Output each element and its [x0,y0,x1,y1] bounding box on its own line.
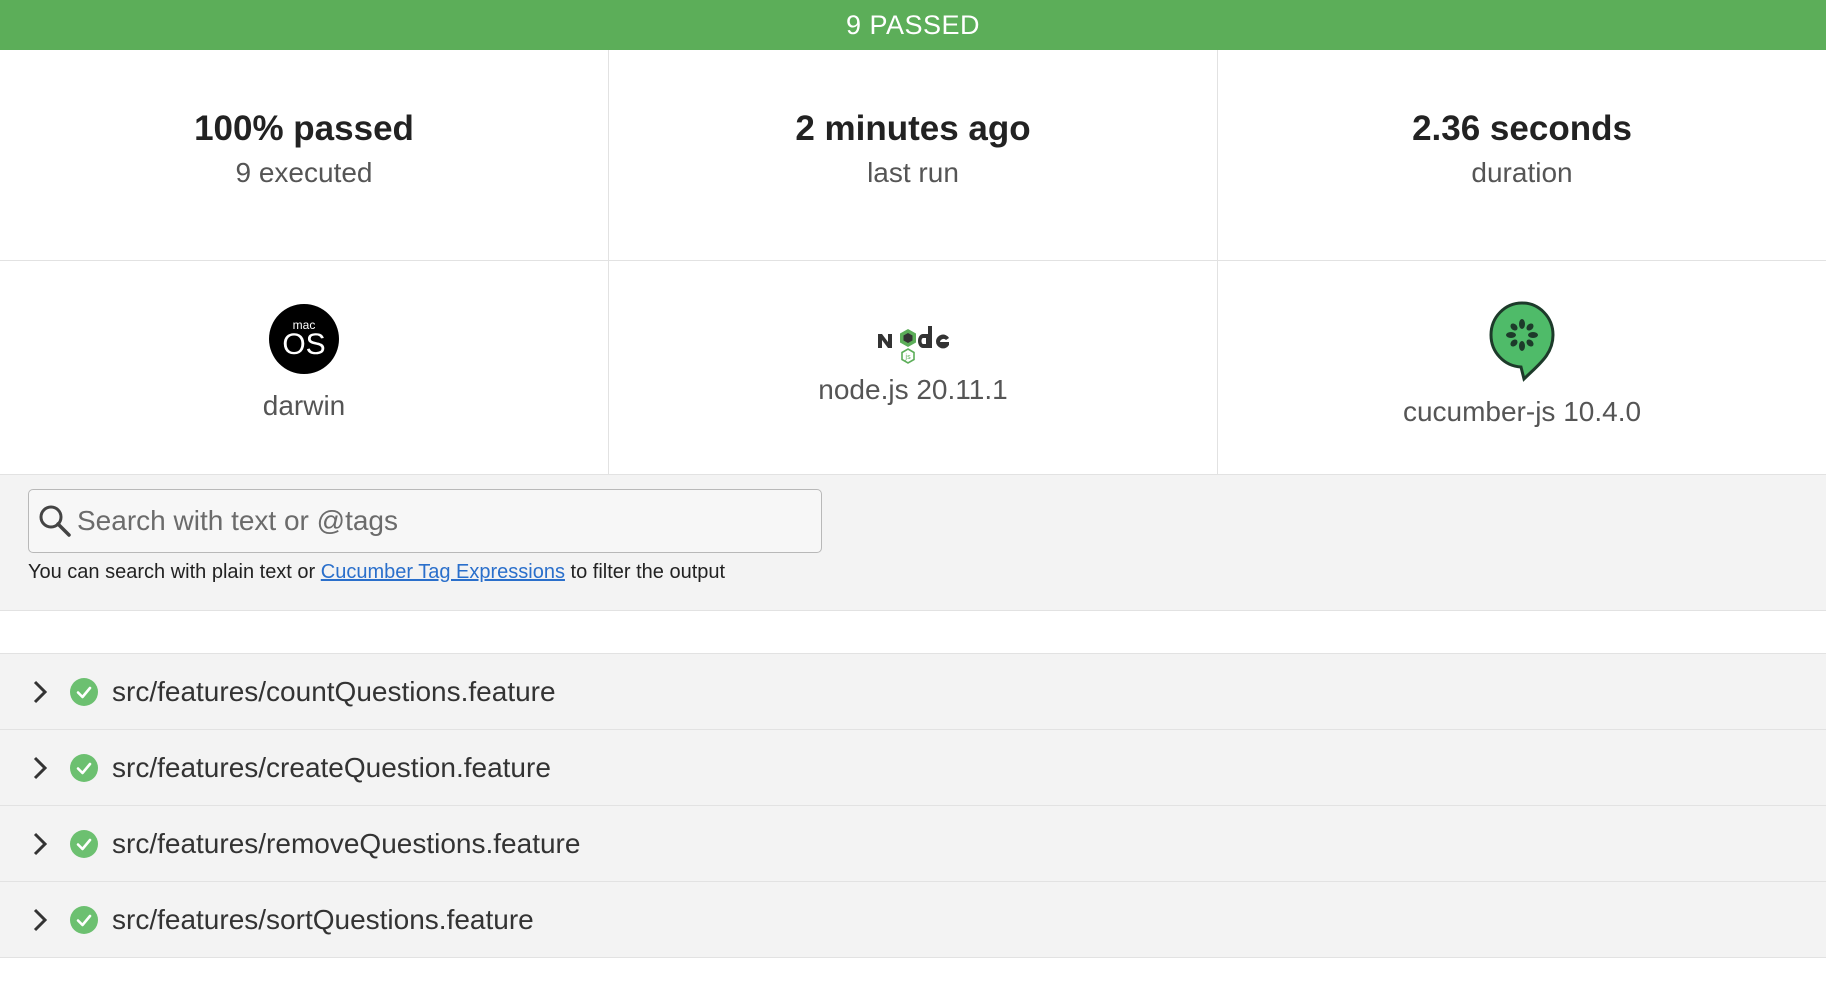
passed-check-icon [70,829,98,858]
stats-row: 100% passed 9 executed 2 minutes ago las… [0,50,1826,261]
search-help-prefix: You can search with plain text or [28,561,321,583]
feature-list: src/features/countQuestions.feature src/… [0,654,1826,958]
last-run-value: 2 minutes ago [795,109,1031,148]
feature-row[interactable]: src/features/countQuestions.feature [0,654,1826,730]
macos-icon: mac OS [269,303,339,374]
passed-check-icon [70,677,98,706]
passed-check-icon [70,905,98,934]
search-area: You can search with plain text or Cucumb… [0,475,1826,611]
feature-name[interactable]: src/features/sortQuestions.feature [112,904,534,936]
env-runtime: js node.js 20.11.1 [609,261,1218,474]
runtime-label: node.js 20.11.1 [818,373,1008,405]
pass-rate-value: 100% passed [194,109,414,148]
os-label: darwin [262,389,346,421]
passed-check-icon [70,753,98,782]
env-os: mac OS darwin [0,261,609,474]
svg-text:js: js [904,353,911,361]
search-icon [39,505,71,537]
tool-label: cucumber-js 10.4.0 [1402,395,1642,427]
search-input[interactable] [75,489,821,553]
search-help-suffix: to filter the output [564,561,726,583]
divider-spacer [0,611,1826,654]
macos-icon-large-text: OS [282,327,326,361]
search-box[interactable] [28,489,822,553]
feature-row[interactable]: src/features/sortQuestions.feature [0,882,1826,958]
status-banner: 9 PASSED [0,0,1826,50]
stat-duration: 2.36 seconds duration [1218,50,1826,260]
feature-name[interactable]: src/features/countQuestions.feature [112,676,556,708]
last-run-label: last run [867,157,959,188]
feature-row[interactable]: src/features/createQuestion.feature [0,730,1826,806]
duration-value: 2.36 seconds [1412,109,1632,148]
stat-last-run: 2 minutes ago last run [609,50,1218,260]
feature-row[interactable]: src/features/removeQuestions.feature [0,806,1826,882]
chevron-right-icon[interactable] [30,753,50,783]
cucumber-icon [1489,300,1555,382]
feature-name[interactable]: src/features/removeQuestions.feature [112,828,580,860]
env-tool: cucumber-js 10.4.0 [1218,261,1826,474]
chevron-right-icon[interactable] [30,829,50,859]
nodejs-icon: js [878,325,949,364]
feature-name[interactable]: src/features/createQuestion.feature [112,752,551,784]
search-help-text: You can search with plain text or Cucumb… [28,561,1826,584]
chevron-right-icon[interactable] [30,905,50,935]
duration-label: duration [1471,157,1573,188]
environment-row: mac OS darwin js node.js 20.11.1 cucumbe… [0,261,1826,475]
chevron-right-icon[interactable] [30,677,50,707]
tag-expressions-link[interactable]: Cucumber Tag Expressions [321,561,565,583]
stat-pass-rate: 100% passed 9 executed [0,50,609,260]
executed-count: 9 executed [235,157,373,188]
